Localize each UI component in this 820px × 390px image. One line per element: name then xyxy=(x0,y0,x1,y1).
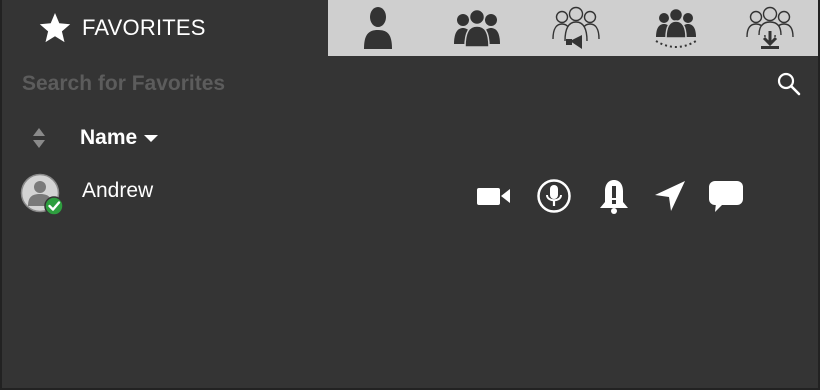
tab-favorites[interactable]: FAVORITES xyxy=(2,0,328,56)
name-column-header[interactable]: Name xyxy=(80,126,159,150)
tab-dynamic-groups[interactable] xyxy=(652,4,700,52)
location-icon xyxy=(655,181,685,211)
contact-actions xyxy=(474,176,746,216)
alert-button[interactable] xyxy=(594,176,634,216)
search-input[interactable] xyxy=(22,72,776,96)
list-item[interactable]: Andrew xyxy=(20,172,800,218)
message-button[interactable] xyxy=(706,176,746,216)
star-icon xyxy=(39,13,71,43)
group-icon xyxy=(454,8,500,48)
search-bar xyxy=(22,66,802,102)
name-column-label: Name xyxy=(80,126,138,149)
avatar-icon xyxy=(20,173,64,216)
tab-download-groups[interactable] xyxy=(746,4,794,52)
list-header: Name xyxy=(30,122,159,154)
favorites-panel: FAVORITES Search for Favorites Name Andr… xyxy=(0,0,820,390)
tab-groups[interactable] xyxy=(453,4,501,52)
avatar[interactable] xyxy=(20,173,64,217)
search-icon[interactable] xyxy=(776,71,802,97)
ptt-call-icon xyxy=(537,179,571,213)
ptt-call-button[interactable] xyxy=(534,176,574,216)
message-icon xyxy=(709,181,743,212)
chevron-down-icon xyxy=(144,135,159,142)
download-group-icon xyxy=(746,6,794,49)
tab-contacts[interactable] xyxy=(354,4,402,52)
video-call-button[interactable] xyxy=(474,176,514,216)
dynamic-group-icon xyxy=(655,7,697,48)
video-call-icon xyxy=(477,188,510,205)
broadcast-group-icon xyxy=(552,6,600,49)
location-button[interactable] xyxy=(650,176,690,216)
tab-broadcast-groups[interactable] xyxy=(552,4,600,52)
sort-icon[interactable] xyxy=(30,125,48,151)
contact-icon xyxy=(364,7,392,49)
tab-favorites-label: FAVORITES xyxy=(82,15,206,40)
tab-bar: FAVORITES xyxy=(2,0,818,56)
alert-icon xyxy=(600,180,628,214)
contact-name[interactable]: Andrew xyxy=(82,179,153,203)
